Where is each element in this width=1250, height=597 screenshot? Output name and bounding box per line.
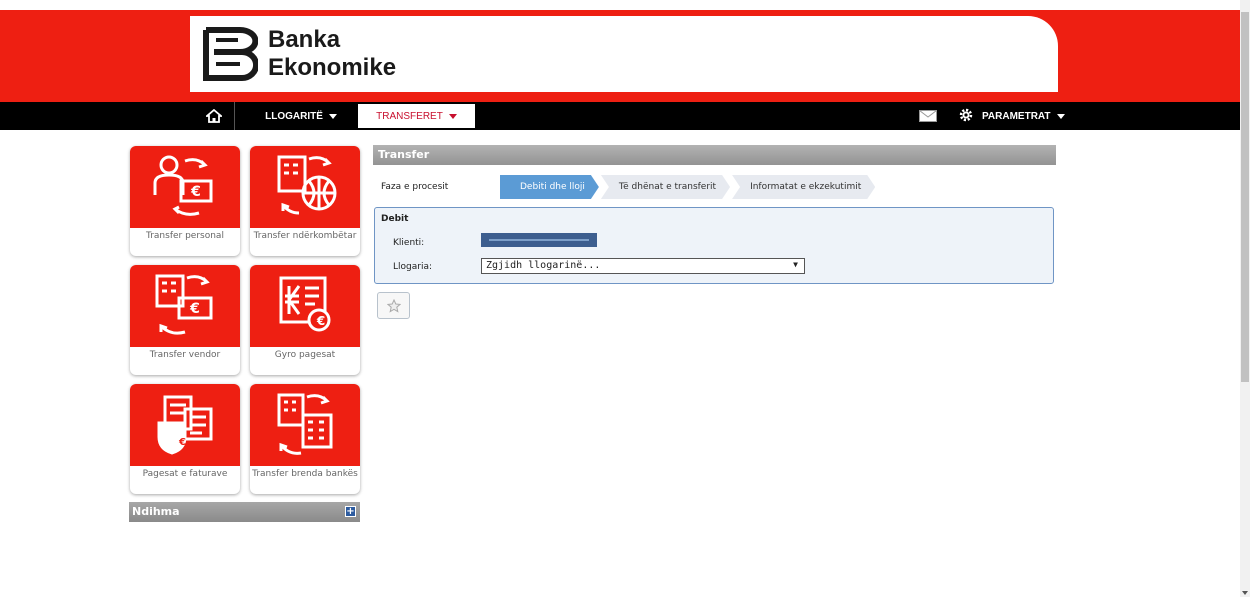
favorite-button[interactable] — [377, 292, 410, 319]
domestic-transfer-icon: € — [130, 265, 240, 347]
personal-transfer-icon: € — [130, 146, 240, 228]
nav-llogarite-label: LLOGARITË — [265, 110, 323, 122]
chevron-down-icon — [448, 113, 457, 119]
step-te-dhenat-e-transferit[interactable]: Të dhënat e transferit — [601, 175, 730, 199]
giro-payment-icon: € — [250, 265, 360, 347]
tile-label: Gyro pagesat — [274, 350, 336, 360]
bank-name[interactable]: Banka Ekonomike — [268, 26, 396, 82]
process-stage-label: Faza e procesit — [381, 182, 449, 192]
tile-transfer-vendor[interactable]: € Transfer vendor — [130, 265, 240, 375]
page-scrollbar[interactable] — [1240, 0, 1250, 597]
tile-label: Transfer personal — [146, 231, 224, 241]
debit-section: Debit Klienti: Llogaria: Zgjidh llogarin… — [374, 207, 1054, 284]
nav-parametrat[interactable]: PARAMETRAT — [982, 102, 1065, 130]
star-icon — [386, 298, 401, 313]
tile-transfer-brenda-bankes[interactable]: Transfer brenda bankës — [250, 384, 360, 494]
bill-payment-icon: € — [130, 384, 240, 466]
tile-gyro-pagesat[interactable]: € Gyro pagesat — [250, 265, 360, 375]
tile-label: Transfer brenda bankës — [252, 469, 358, 479]
chevron-down-icon — [328, 113, 337, 119]
home-icon — [205, 109, 222, 123]
step-informatat-e-ekzekutimit[interactable]: Informatat e ekzekutimit — [732, 175, 875, 199]
account-select-value: Zgjidh llogarinë... — [486, 260, 601, 271]
nav-llogarite[interactable]: LLOGARITË — [246, 102, 356, 130]
tile-pagesat-faturave[interactable]: € Pagesat e faturave — [130, 384, 240, 494]
nav-transferet-label: TRANSFERET — [376, 110, 443, 122]
dropdown-arrow-icon: ▼ — [793, 260, 798, 269]
svg-text:€: € — [178, 437, 186, 448]
tile-transfer-nderkombetar[interactable]: Transfer ndërkombëtar — [250, 146, 360, 256]
account-label: Llogaria: — [393, 262, 432, 272]
international-transfer-icon — [250, 146, 360, 228]
account-select[interactable]: Zgjidh llogarinë... ▼ — [481, 258, 805, 274]
intrabank-transfer-icon — [250, 384, 360, 466]
client-value-redacted — [481, 233, 597, 247]
scrollbar-thumb[interactable] — [1241, 12, 1249, 382]
svg-text:€: € — [316, 314, 325, 328]
debit-title: Debit — [381, 214, 409, 224]
svg-text:€: € — [190, 184, 201, 200]
tile-label: Pagesat e faturave — [142, 469, 228, 479]
tile-label: Transfer ndërkombëtar — [253, 231, 357, 241]
nav-parametrat-label: PARAMETRAT — [982, 110, 1051, 122]
expand-plus-icon[interactable]: + — [345, 506, 356, 517]
tile-label: Transfer vendor — [149, 350, 221, 360]
bank-logo-icon[interactable] — [202, 26, 258, 82]
help-panel-header[interactable]: Ndihma + — [129, 502, 360, 522]
bank-name-line2: Ekonomike — [268, 54, 397, 81]
client-label: Klienti: — [393, 238, 425, 248]
nav-transferet[interactable]: TRANSFERET — [358, 104, 475, 128]
chevron-down-icon — [1056, 113, 1065, 119]
scroll-down-arrow-icon[interactable] — [1242, 591, 1248, 595]
process-steps: Debiti dhe lloji Të dhënat e transferit … — [500, 175, 877, 199]
home-button[interactable] — [193, 102, 235, 130]
bank-name-line1: Banka — [268, 26, 341, 53]
tile-transfer-personal[interactable]: € Transfer personal — [130, 146, 240, 256]
step-debiti-dhe-lloji[interactable]: Debiti dhe lloji — [500, 175, 599, 199]
gear-icon[interactable] — [958, 107, 974, 123]
svg-text:€: € — [189, 301, 200, 317]
panel-title: Transfer — [373, 145, 1056, 165]
help-label: Ndihma — [132, 505, 180, 518]
mail-icon[interactable] — [919, 110, 937, 122]
